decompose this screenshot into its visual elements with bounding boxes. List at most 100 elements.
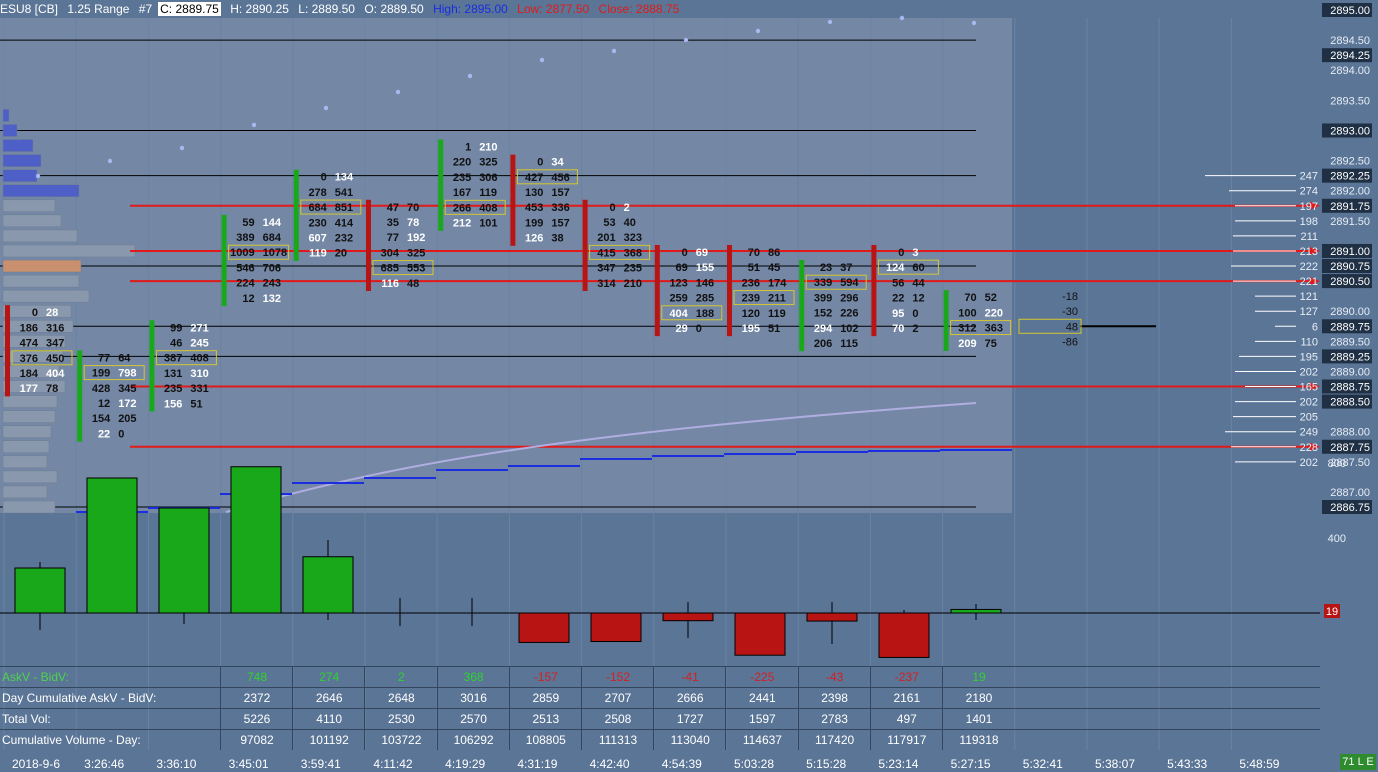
table-cell: 2530 [364, 709, 437, 729]
ask-volume: 2 [912, 323, 918, 335]
ask-volume: 325 [407, 247, 425, 259]
bid-volume: 339 [814, 277, 832, 289]
time-tick-label: 3:45:01 [229, 757, 269, 771]
bid-volume: 1 [465, 142, 471, 154]
bid-volume: 100 [958, 307, 976, 319]
right-volume-label: 205 [1300, 412, 1318, 424]
price-tick-label: 2893.50 [1330, 95, 1370, 107]
table-cell: 111313 [581, 730, 654, 750]
bid-volume: 23 [820, 262, 832, 274]
bid-volume: 119 [309, 248, 327, 260]
volume-profile-bar [2, 410, 56, 423]
bid-volume: 427 [525, 172, 543, 184]
time-tick-label: 5:15:28 [806, 757, 846, 771]
ask-volume: 157 [551, 187, 569, 199]
table-cell: 2666 [653, 688, 726, 708]
right-volume-label: 202 [1300, 397, 1318, 409]
ask-volume: 119 [479, 187, 497, 199]
bar-high-dot [179, 145, 185, 151]
volume-profile-bar [2, 470, 58, 484]
histogram-bar [806, 612, 858, 622]
footprint-chart[interactable]: 2895.00 2894.50 2894.25 2894.00 2893.50 2893.… [0, 0, 1378, 772]
table-cell: 2398 [797, 688, 871, 708]
bar-high-dot [539, 57, 545, 63]
table-cell: 2161 [869, 688, 943, 708]
price-tick-label: 2887.75 [1330, 442, 1370, 454]
table-cell: 1401 [942, 709, 1015, 729]
table-cell: -152 [581, 667, 654, 687]
table-cell: 368 [436, 667, 510, 687]
footprint-bar-body [366, 199, 371, 291]
price-tick-label: 2892.50 [1330, 156, 1370, 168]
table-cell: 97082 [220, 730, 293, 750]
ask-volume: 245 [190, 337, 208, 349]
bid-volume: 124 [886, 262, 905, 274]
table-cell: 5226 [220, 709, 293, 729]
ask-volume: 347 [46, 338, 64, 350]
footprint-bar-body [221, 214, 227, 307]
footprint-bar-body [5, 305, 10, 397]
bid-volume: 294 [814, 323, 833, 335]
volume-profile-bar [2, 485, 48, 499]
chart-header: ESU8 [CB] 1.25 Range #7 C: 2889.75 H: 289… [0, 0, 1320, 18]
ask-volume: 331 [190, 383, 208, 395]
bid-volume: 453 [525, 202, 543, 214]
ask-volume: 157 [551, 217, 569, 229]
right-volume-label: 6 [1312, 321, 1318, 333]
bar-high-dot [611, 48, 617, 54]
right-volume-label: 127 [1300, 306, 1318, 318]
table-cell: 2859 [508, 688, 582, 708]
bar-high-dot [683, 37, 689, 43]
table-cell: 113040 [653, 730, 726, 750]
bid-volume: 95 [892, 308, 904, 320]
price-tick-label: 2889.00 [1330, 366, 1370, 378]
bid-volume: 428 [92, 383, 110, 395]
footprint-bar-body [871, 244, 877, 337]
right-volume-label: 197 [1300, 201, 1318, 213]
price-tick-label: 2892.25 [1330, 171, 1370, 183]
bar-high-dot [107, 158, 113, 164]
ask-volume: 0 [118, 428, 124, 440]
bid-volume: 235 [164, 383, 182, 395]
table-cell: 2513 [508, 709, 582, 729]
time-tick-label: 5:27:15 [951, 757, 991, 771]
time-tick-label: 3:26:46 [84, 757, 124, 771]
ask-volume: 706 [263, 262, 281, 274]
bid-volume: 415 [597, 247, 615, 259]
volume-profile-bar [2, 229, 78, 243]
bar-high-dot [827, 19, 833, 25]
bid-volume: 22 [98, 428, 110, 440]
table-cell: 101192 [292, 730, 365, 750]
price-tick-label: 2892.00 [1330, 186, 1370, 198]
table-cell: 2372 [220, 688, 293, 708]
ladder-value: -86 [1062, 336, 1078, 348]
ask-volume: 336 [551, 202, 569, 214]
bid-volume: 546 [236, 262, 254, 274]
bid-volume: 314 [597, 278, 616, 290]
bid-volume: 59 [242, 217, 254, 229]
ask-volume: 192 [407, 232, 425, 244]
ask-volume: 368 [624, 247, 642, 259]
table-cell: 1597 [725, 709, 798, 729]
ask-volume: 271 [190, 322, 208, 334]
bid-volume: 209 [958, 338, 976, 350]
range-label: 1.25 Range [67, 2, 130, 16]
price-tick-label: 2888.00 [1330, 427, 1370, 439]
ask-volume: 226 [840, 308, 858, 320]
ask-volume: 52 [985, 292, 997, 304]
ask-volume: 310 [190, 368, 208, 380]
bid-volume: 0 [537, 157, 543, 169]
right-volume-label: 211 [1300, 231, 1318, 243]
bid-volume: 239 [742, 293, 760, 305]
symbol-label[interactable]: ESU8 [CB] [0, 2, 58, 16]
ask-volume: 205 [118, 413, 136, 425]
ask-volume: 102 [840, 323, 858, 335]
bid-volume: 230 [308, 217, 326, 229]
bid-volume: 77 [387, 232, 399, 244]
footprint-bar-body [943, 290, 949, 351]
volume-profile-bar [2, 169, 38, 182]
bid-volume: 474 [20, 338, 39, 350]
bid-volume: 130 [525, 187, 543, 199]
volume-profile-bar [2, 500, 56, 514]
price-tick-label: 2890.00 [1330, 306, 1370, 318]
